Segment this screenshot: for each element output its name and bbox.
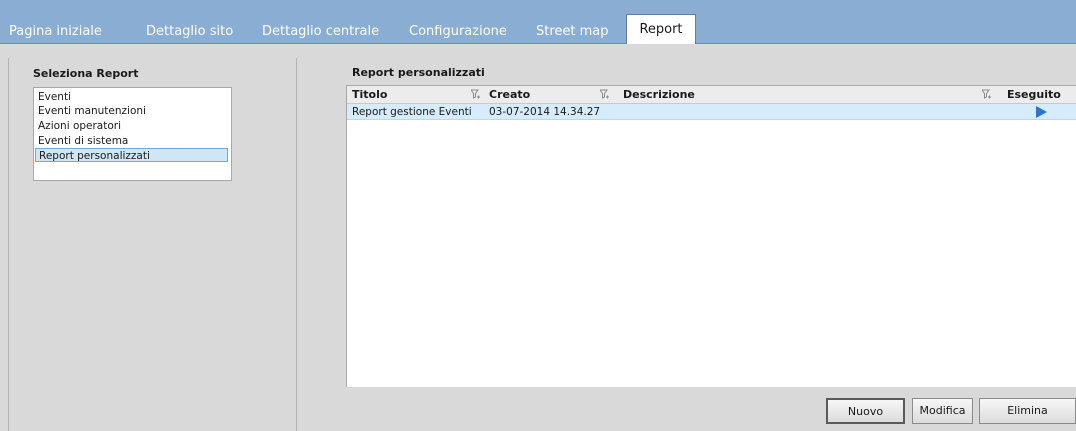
tab-dettaglio-sito[interactable]: Dettaglio sito	[146, 15, 233, 44]
list-item-eventi[interactable]: Eventi	[35, 90, 228, 104]
grid-header: Titolo Creato Descrizione Eseguito	[347, 86, 1076, 104]
filter-icon[interactable]	[599, 89, 610, 100]
delete-report-button[interactable]: Elimina	[979, 398, 1076, 424]
tab-report[interactable]: Report	[626, 14, 696, 44]
select-report-title: Seleziona Report	[33, 67, 139, 80]
tab-pagina-iniziale[interactable]: Pagina iniziale	[9, 15, 102, 44]
table-row[interactable]: Report gestione Eventi 03-07-2014 14.34.…	[347, 104, 1076, 120]
column-header-creato[interactable]: Creato	[489, 86, 530, 103]
filter-icon[interactable]	[981, 89, 992, 100]
tab-configurazione[interactable]: Configurazione	[409, 15, 507, 44]
list-item-eventi-di-sistema[interactable]: Eventi di sistema	[35, 134, 228, 148]
edit-report-button[interactable]: Modifica	[912, 398, 973, 424]
report-type-list: Eventi Eventi manutenzioni Azioni operat…	[33, 87, 232, 181]
list-item-report-personalizzati[interactable]: Report personalizzati	[35, 148, 228, 162]
filter-icon[interactable]	[470, 89, 481, 100]
custom-reports-title: Report personalizzati	[352, 66, 485, 79]
main-tab-bar: Pagina iniziale Dettaglio sito Dettaglio…	[0, 0, 1076, 44]
custom-reports-grid: Titolo Creato Descrizione Eseguito Repor…	[346, 85, 1076, 387]
new-report-button[interactable]: Nuovo	[826, 398, 905, 424]
column-header-descrizione[interactable]: Descrizione	[623, 86, 695, 103]
play-icon[interactable]	[1036, 106, 1047, 121]
column-header-titolo[interactable]: Titolo	[352, 86, 387, 103]
column-header-eseguito[interactable]: Eseguito	[1007, 86, 1061, 103]
cell-creato: 03-07-2014 14.34.27	[489, 106, 601, 118]
content-left-edge	[0, 58, 8, 431]
tab-street-map[interactable]: Street map	[536, 15, 609, 44]
list-item-azioni-operatori[interactable]: Azioni operatori	[35, 119, 228, 133]
tab-dettaglio-centrale[interactable]: Dettaglio centrale	[262, 15, 379, 44]
cell-titolo: Report gestione Eventi	[352, 106, 472, 118]
list-item-eventi-manutenzioni[interactable]: Eventi manutenzioni	[35, 104, 228, 118]
